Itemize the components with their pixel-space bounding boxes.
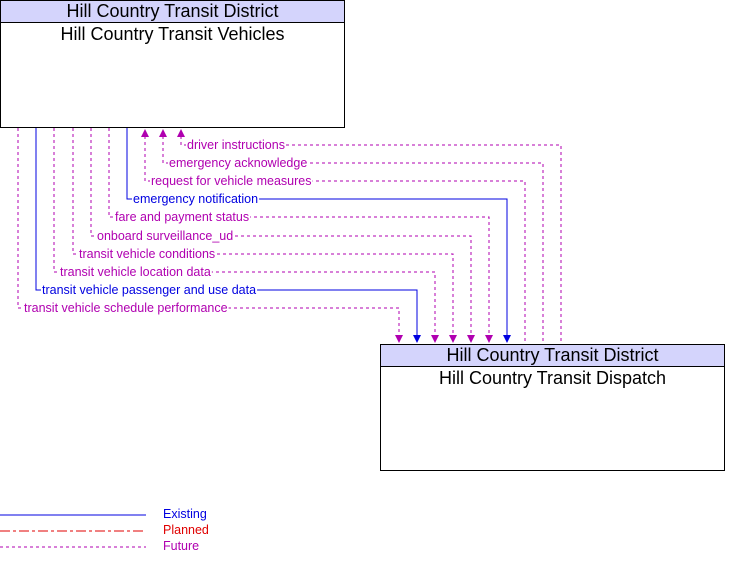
arrowhead-icon: [395, 335, 403, 343]
arrowhead-icon: [431, 335, 439, 343]
legend-label-planned: Planned: [163, 523, 209, 537]
flow-label: transit vehicle schedule performance: [24, 301, 228, 315]
flow-label: transit vehicle passenger and use data: [42, 283, 256, 297]
arrowhead-icon: [503, 335, 511, 343]
legend-label-future: Future: [163, 539, 200, 553]
flow-label: emergency acknowledge: [169, 156, 307, 170]
arrowhead-icon: [485, 335, 493, 343]
legend-label-existing: Existing: [163, 507, 207, 521]
arrowhead-icon: [413, 335, 421, 343]
flow-label: request for vehicle measures: [151, 174, 312, 188]
arrowhead-icon: [159, 129, 167, 137]
flow-label: emergency notification: [133, 192, 258, 206]
flow-label: fare and payment status: [115, 210, 249, 224]
arrowhead-icon: [449, 335, 457, 343]
flow-diagram: driver instructions emergency acknowledge…: [17, 128, 562, 344]
arrowhead-icon: [141, 129, 149, 137]
arrowhead-icon: [177, 129, 185, 137]
arrowhead-icon: [467, 335, 475, 343]
flow-label: driver instructions: [187, 138, 285, 152]
flow-label: transit vehicle conditions: [79, 247, 215, 261]
flow-label: onboard surveillance_ud: [97, 229, 233, 243]
flow-label: transit vehicle location data: [60, 265, 211, 279]
